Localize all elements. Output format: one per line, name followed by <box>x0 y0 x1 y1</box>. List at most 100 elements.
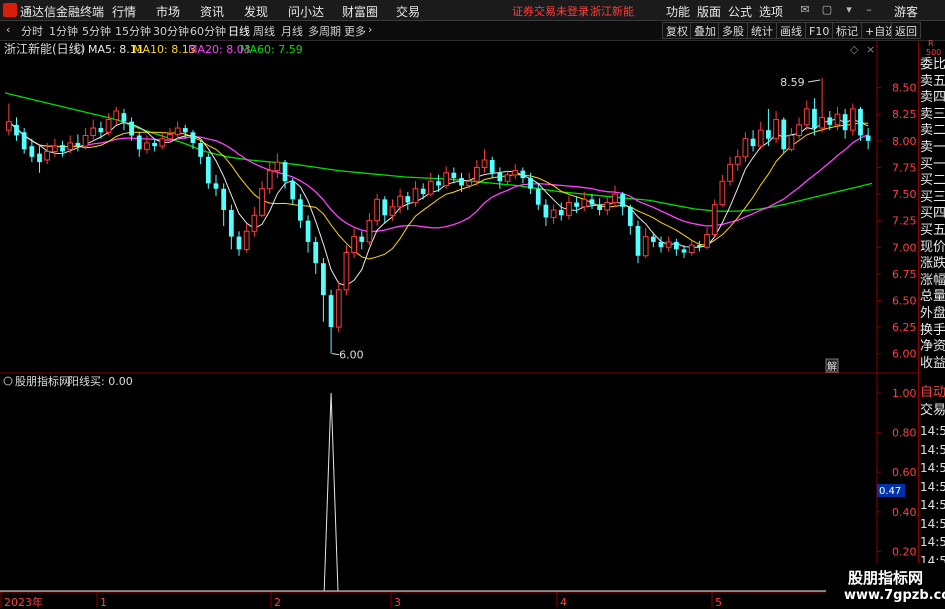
chevron-right-icon[interactable]: › <box>368 23 372 36</box>
guest-login[interactable]: 游客 <box>894 3 918 20</box>
trade-time-6: 14:56 <box>920 535 945 549</box>
tab-5min[interactable]: 5分钟 <box>82 23 111 39</box>
back-button[interactable]: 返回 <box>891 22 921 39</box>
tab-multi-period[interactable]: 多周期 <box>308 23 341 39</box>
mark-button[interactable]: 标记 <box>832 22 862 39</box>
candle-down <box>136 135 142 150</box>
side-label-8[interactable]: 买三 <box>920 190 945 206</box>
menu-trade[interactable]: 交易 <box>396 3 420 20</box>
candle-down <box>129 121 134 136</box>
tab-monthly[interactable]: 月线 <box>281 23 303 39</box>
side-label-2[interactable]: 卖四 <box>920 90 945 106</box>
side-label-4[interactable]: 卖二 <box>920 123 945 139</box>
login-notice[interactable]: 证券交易未登录 <box>512 3 589 19</box>
menu-layout[interactable]: 版面 <box>697 3 721 20</box>
side-label-5[interactable]: 卖一 <box>920 140 945 156</box>
indicator-tick-label: 0.20 <box>892 545 917 558</box>
candle-down <box>14 124 19 136</box>
tab-15min[interactable]: 15分钟 <box>115 23 151 39</box>
chevron-down-icon[interactable]: ▾ <box>842 3 856 17</box>
skin-icon[interactable]: ✉ <box>798 3 812 17</box>
candle-up <box>512 170 519 176</box>
menu-market[interactable]: 市场 <box>156 3 180 20</box>
side-label-10[interactable]: 买五 <box>920 223 945 239</box>
candle-up <box>719 180 726 206</box>
side-label-9[interactable]: 买四 <box>920 206 945 222</box>
side-label-17[interactable]: 净资 <box>920 339 945 355</box>
current-stock-tag[interactable]: 浙江新能 <box>590 3 634 19</box>
candle-down <box>827 117 833 125</box>
candle-down <box>681 249 687 253</box>
price-tick-label: 6.50 <box>892 294 917 307</box>
side-label-3[interactable]: 卖三 <box>920 107 945 123</box>
unlock-marker-label: 解 <box>827 360 837 373</box>
menu-formula[interactable]: 公式 <box>728 3 752 20</box>
candle-down <box>420 188 426 195</box>
cursor-value: 0.47 <box>879 486 901 497</box>
side-label-6[interactable]: 买一 <box>920 157 945 173</box>
multi-stock-button[interactable]: 多股 <box>718 22 748 39</box>
trade-time-5: 14:56 <box>920 516 945 531</box>
adjust-button[interactable]: 复权 <box>662 22 692 39</box>
date-tick-label: 2023年 <box>4 595 43 609</box>
candle-down <box>658 241 664 248</box>
side-label-11[interactable]: 现价 <box>920 240 945 256</box>
watermark-line1: 股朋指标网 <box>848 569 924 587</box>
r-badge-sub[interactable]: 500 <box>926 48 945 57</box>
stats-button[interactable]: 统计 <box>747 22 777 39</box>
side-label-18[interactable]: 收益 <box>920 356 945 372</box>
draw-line-button[interactable]: 画线 <box>776 22 806 39</box>
candle-up <box>51 145 58 152</box>
candle-up <box>688 244 695 254</box>
menu-options[interactable]: 选项 <box>759 3 783 20</box>
side-label-15[interactable]: 外盘 <box>920 306 945 322</box>
indicator-title: 股朋指标网 <box>15 374 70 388</box>
candle-down <box>121 113 127 122</box>
side-label-0[interactable]: 委比 <box>920 57 945 73</box>
side-label-13[interactable]: 涨幅 <box>920 273 945 289</box>
diamond-icon[interactable]: ◇ <box>850 43 859 56</box>
candle-down <box>451 172 457 179</box>
menu-discover[interactable]: 发现 <box>244 3 268 20</box>
indicator-tick-label: 0.40 <box>892 506 917 519</box>
tab-1min[interactable]: 1分钟 <box>49 23 78 39</box>
menu-xiaoda[interactable]: 问小达 <box>288 3 324 20</box>
candle-up <box>412 188 419 204</box>
side-label-1[interactable]: 卖五 <box>920 74 945 90</box>
candle-up <box>773 119 779 140</box>
kline-chart-area[interactable]: 浙江新能(日线) MA5: 8.11 MA10: 8.13 MA20: 8.03… <box>0 41 945 609</box>
tab-30min[interactable]: 30分钟 <box>153 23 189 39</box>
tab-weekly[interactable]: 周线 <box>253 23 275 39</box>
tab-tick[interactable]: 分时 <box>21 23 43 39</box>
candle-down <box>620 194 626 207</box>
quote-side-panel: R 500 委比 卖五 卖四 卖三 卖二 卖一 买一 买二 买三 买四 买五 现价 涨跌 涨幅 总量 外盘 换手… <box>918 39 945 609</box>
min-window-icon[interactable]: – <box>862 3 876 17</box>
f10-button[interactable]: F10 <box>805 22 834 39</box>
r-badge[interactable]: R <box>928 39 945 48</box>
candle-down <box>858 108 863 136</box>
side-label-16[interactable]: 换手 <box>920 323 945 339</box>
indicator-settings-icon[interactable] <box>3 376 13 386</box>
side-label-7[interactable]: 买二 <box>920 173 945 189</box>
minimize-icon[interactable]: ▢ <box>820 3 834 17</box>
candle-up <box>734 156 741 165</box>
tab-daily[interactable]: 日线 <box>228 23 250 39</box>
side-label-14[interactable]: 总量 <box>920 289 945 305</box>
menu-quotes[interactable]: 行情 <box>112 3 136 20</box>
menu-function[interactable]: 功能 <box>666 3 690 20</box>
candle-up <box>259 188 265 216</box>
side-label-12[interactable]: 涨跌 <box>920 256 945 272</box>
arrow-left-icon[interactable]: ‹ <box>6 23 10 36</box>
tab-more[interactable]: 更多 <box>344 23 366 39</box>
auto-trade-label-2[interactable]: 交易 <box>920 403 945 419</box>
close-icon[interactable]: × <box>866 43 875 56</box>
candle-up <box>397 195 404 208</box>
tab-60min[interactable]: 60分钟 <box>190 23 226 39</box>
menu-wealth[interactable]: 财富圈 <box>342 3 378 20</box>
high-price-label: 8.59 <box>780 76 805 89</box>
date-tick-label: 2 <box>274 596 281 609</box>
indicator-line-label: 阳线买: 0.00 <box>68 374 133 388</box>
overlay-button[interactable]: 叠加 <box>690 22 720 39</box>
auto-trade-label-1[interactable]: 自动 <box>920 385 945 401</box>
menu-news[interactable]: 资讯 <box>200 3 224 20</box>
